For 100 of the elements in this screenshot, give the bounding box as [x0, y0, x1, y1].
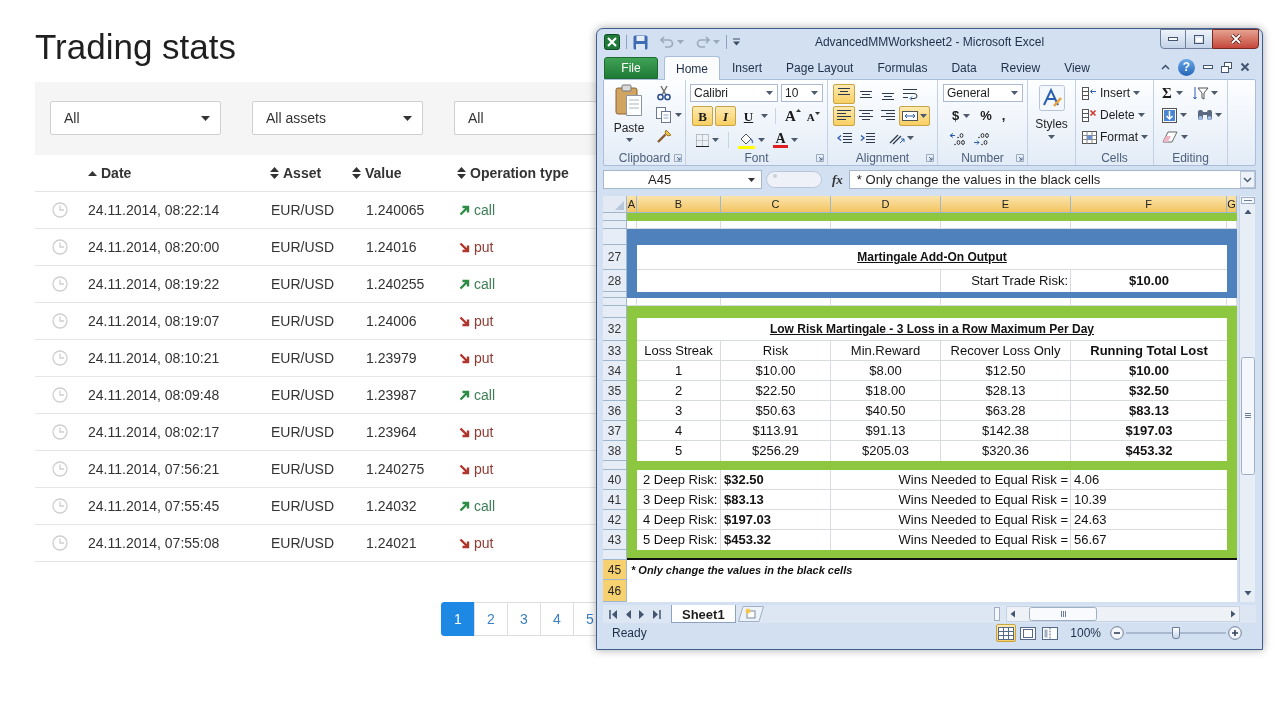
row-header[interactable]: 33 — [603, 341, 627, 361]
eraser-icon[interactable] — [1162, 131, 1178, 143]
row-header[interactable]: 34 — [603, 361, 627, 381]
split-handle-icon[interactable] — [994, 607, 1000, 621]
page-button[interactable]: 2 — [474, 602, 508, 636]
ribbon-tab[interactable]: Formulas — [865, 57, 940, 79]
styles-button[interactable]: Styles — [1035, 85, 1068, 139]
caret-icon[interactable] — [675, 113, 682, 117]
increase-decimal-icon[interactable] — [949, 132, 967, 146]
decrease-indent-icon[interactable] — [837, 131, 853, 145]
comma-button[interactable]: , — [1001, 106, 1006, 126]
page-break-button[interactable] — [1040, 624, 1061, 642]
row-header[interactable]: 45 — [603, 560, 627, 580]
column-header[interactable]: F — [1071, 196, 1227, 213]
caret-icon[interactable] — [761, 114, 768, 118]
next-sheet-icon[interactable] — [639, 609, 645, 619]
fill-down-icon[interactable] — [1162, 107, 1177, 123]
row-header[interactable]: 43 — [603, 530, 627, 550]
copy-icon[interactable] — [656, 107, 672, 123]
font-name-dropdown[interactable]: Calibri — [690, 84, 778, 102]
zoom-slider[interactable] — [1126, 626, 1226, 640]
file-tab[interactable]: File — [604, 57, 658, 79]
ribbon-tab[interactable]: Data — [939, 57, 989, 79]
restore-icon[interactable] — [1221, 61, 1232, 73]
filter-dropdown[interactable]: All — [50, 101, 221, 135]
filter-dropdown[interactable]: All assets — [252, 101, 423, 135]
row-header[interactable]: 41 — [603, 490, 627, 510]
italic-button[interactable]: I — [715, 106, 736, 126]
merge-button[interactable] — [899, 106, 930, 126]
row-header[interactable]: 32 — [603, 318, 627, 341]
caret-icon[interactable] — [1215, 113, 1222, 117]
first-sheet-icon[interactable] — [609, 609, 617, 619]
minimize-button[interactable] — [1160, 29, 1186, 49]
caret-icon[interactable] — [1210, 91, 1218, 95]
paint-bucket-icon[interactable] — [738, 131, 755, 149]
scroll-thumb[interactable] — [1240, 357, 1255, 475]
paste-button[interactable]: Paste — [611, 84, 647, 145]
previous-sheet-icon[interactable] — [625, 609, 631, 619]
font-size-dropdown[interactable]: 10 — [781, 84, 823, 102]
dialog-launcher-icon[interactable] — [926, 154, 934, 162]
formula-field[interactable]: * Only change the values in the black cells — [848, 170, 1256, 189]
zoom-out-icon[interactable] — [1110, 626, 1124, 640]
slider-thumb[interactable] — [1172, 627, 1180, 639]
ribbon-tab[interactable]: Home — [664, 56, 720, 80]
format-button[interactable]: Format — [1082, 127, 1153, 147]
sort-header[interactable]: Operation type — [457, 162, 569, 184]
expand-icon[interactable] — [1240, 171, 1255, 188]
ribbon-tab[interactable]: Page Layout — [774, 57, 866, 79]
page-button[interactable]: 5 — [573, 602, 597, 636]
column-header[interactable]: D — [831, 196, 941, 213]
ribbon-tab[interactable]: View — [1052, 57, 1102, 79]
row-header[interactable]: 42 — [603, 510, 627, 530]
zoom-in-icon[interactable] — [1228, 626, 1242, 640]
split-handle-icon[interactable] — [1240, 197, 1255, 204]
last-sheet-icon[interactable] — [653, 609, 661, 619]
row-header[interactable]: 46 — [603, 580, 627, 602]
row-header[interactable]: 35 — [603, 381, 627, 401]
row-header[interactable]: 28 — [603, 270, 627, 292]
page-layout-button[interactable] — [1018, 624, 1039, 642]
filter-dropdown[interactable]: All — [454, 101, 596, 135]
scissors-icon[interactable] — [656, 85, 672, 101]
dialog-launcher-icon[interactable] — [674, 154, 682, 162]
row-header[interactable]: 36 — [603, 401, 627, 421]
insert-function-button[interactable]: fx — [832, 169, 843, 190]
top-align-button[interactable] — [833, 84, 855, 104]
column-header[interactable]: E — [941, 196, 1071, 213]
row-header[interactable]: 38 — [603, 441, 627, 461]
ribbon-tab[interactable]: Insert — [720, 57, 775, 79]
sheet-tab[interactable]: Sheet1 — [671, 605, 736, 623]
sum-button[interactable]: Σ — [1162, 81, 1183, 105]
page-button[interactable]: 1 — [441, 602, 475, 636]
sort-header[interactable]: Value — [352, 162, 402, 184]
normal-view-button[interactable] — [996, 624, 1017, 642]
column-header[interactable]: B — [637, 196, 721, 213]
close-icon[interactable] — [1240, 62, 1250, 72]
paintbrush-icon[interactable] — [656, 129, 672, 145]
borders-icon[interactable] — [696, 133, 709, 147]
caret-icon[interactable] — [1181, 135, 1188, 139]
caret-icon[interactable] — [791, 138, 798, 142]
close-button[interactable] — [1212, 29, 1259, 49]
delete-button[interactable]: Delete — [1082, 105, 1153, 125]
column-header[interactable]: C — [721, 196, 831, 213]
page-button[interactable]: 3 — [507, 602, 541, 636]
row-header[interactable]: 37 — [603, 421, 627, 441]
save-icon[interactable] — [633, 34, 648, 50]
underline-button[interactable]: U — [738, 106, 759, 126]
caret-icon[interactable] — [758, 138, 765, 142]
sort-filter-icon[interactable] — [1192, 85, 1209, 101]
zoom-level[interactable]: 100% — [1070, 624, 1101, 642]
font-color-button[interactable]: A — [773, 132, 788, 148]
toolbar-menu-icon[interactable] — [733, 38, 740, 46]
sort-header[interactable]: Date — [88, 162, 132, 184]
maximize-button[interactable] — [1186, 29, 1212, 49]
number-format-dropdown[interactable]: General — [943, 84, 1023, 102]
shrink-font-button[interactable]: A — [804, 106, 822, 126]
sort-header[interactable]: Asset — [270, 162, 322, 184]
page-button[interactable]: 4 — [540, 602, 574, 636]
align-left-button[interactable] — [833, 106, 855, 126]
scroll-thumb[interactable] — [1029, 607, 1097, 621]
currency-button[interactable]: $ — [952, 106, 971, 126]
